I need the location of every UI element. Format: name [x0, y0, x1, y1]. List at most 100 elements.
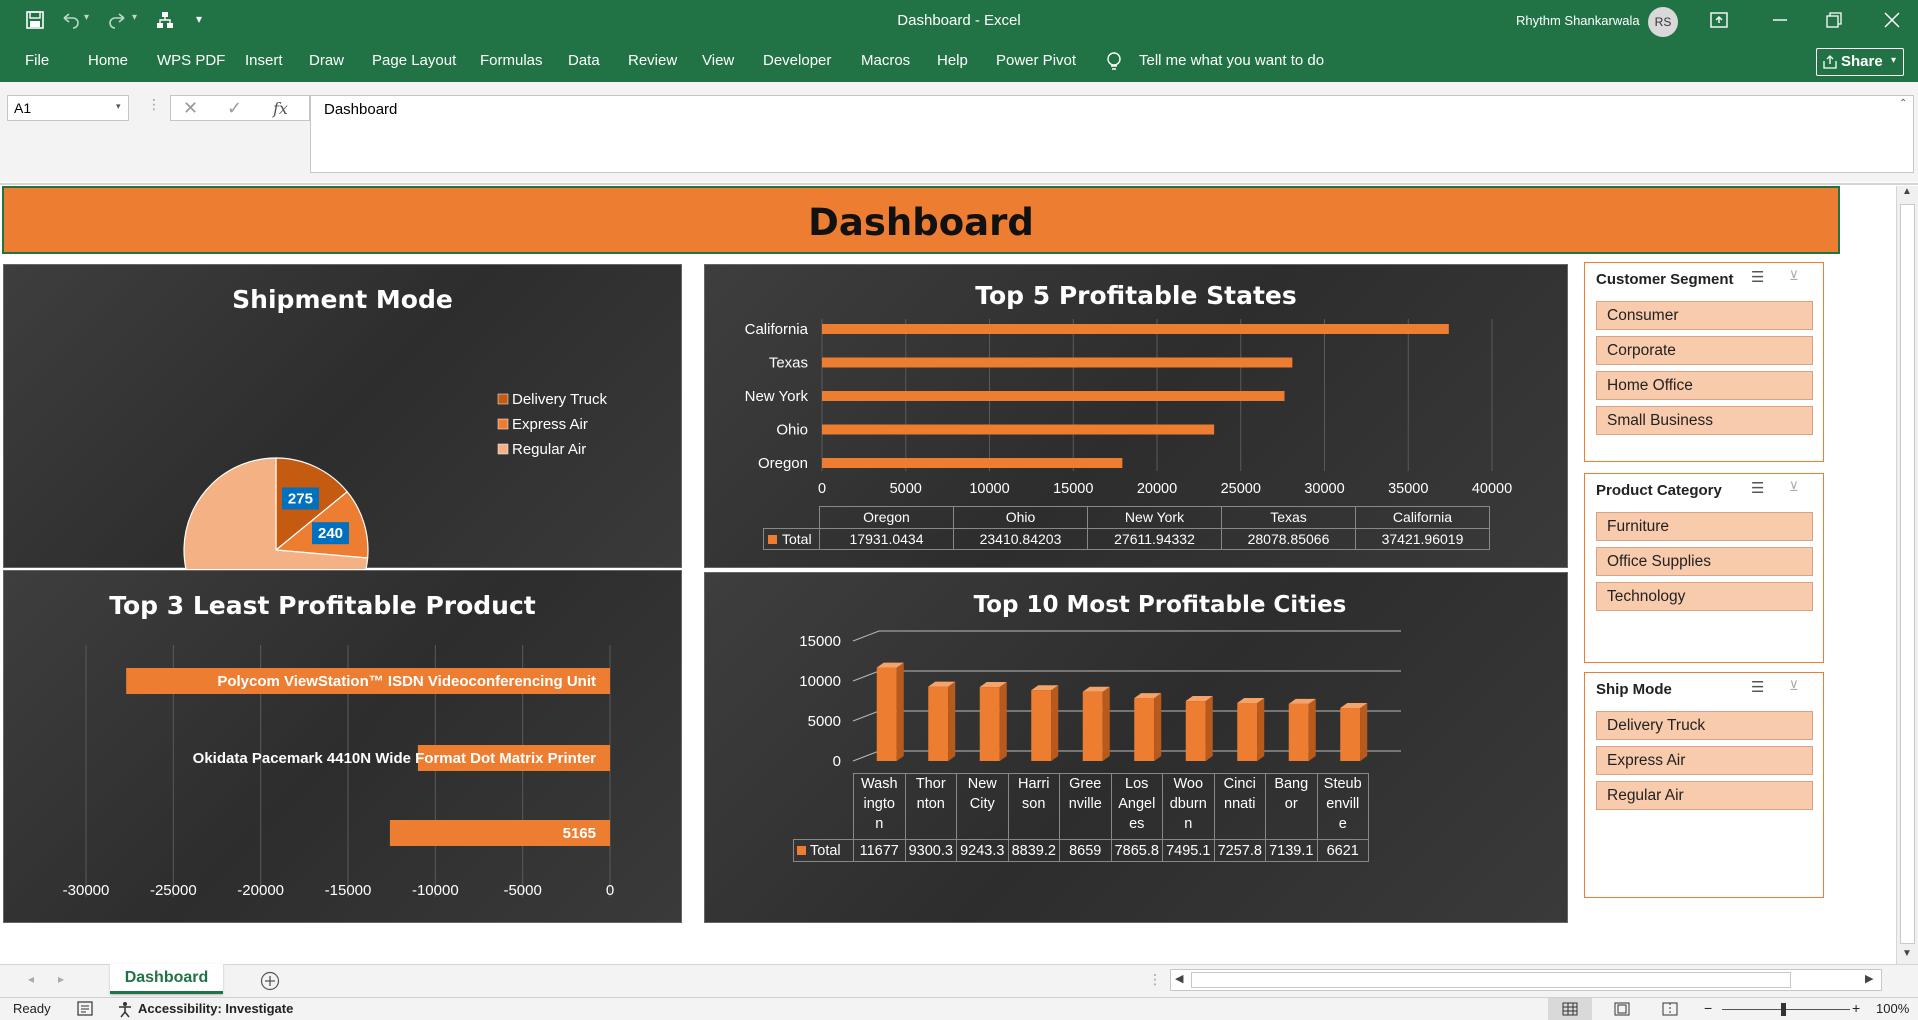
more-options-icon[interactable]: ⋮: [147, 96, 161, 113]
tab-formulas[interactable]: Formulas: [480, 52, 543, 69]
cancel-icon[interactable]: ✕: [183, 98, 198, 119]
column[interactable]: [1340, 708, 1361, 761]
horizontal-scrollbar[interactable]: ◀ ▶: [1170, 969, 1882, 991]
legend-label[interactable]: Express Air: [512, 416, 588, 433]
collapse-formula-icon[interactable]: ⌃: [1899, 98, 1907, 109]
next-sheet-icon[interactable]: ▸: [58, 972, 64, 986]
slicer-item[interactable]: Express Air: [1596, 746, 1813, 775]
slicer-item[interactable]: Corporate: [1596, 336, 1813, 365]
tab-power-pivot[interactable]: Power Pivot: [996, 52, 1076, 69]
close-icon[interactable]: [1884, 12, 1900, 28]
tab-review[interactable]: Review: [628, 52, 677, 69]
restore-icon[interactable]: [1826, 12, 1842, 28]
scroll-down-icon[interactable]: ▼: [1902, 948, 1912, 959]
zoom-level[interactable]: 100%: [1876, 1001, 1909, 1016]
org-chart-icon[interactable]: [156, 11, 174, 29]
zoom-slider-thumb[interactable]: [1781, 1003, 1786, 1016]
accessibility-status[interactable]: Accessibility: Investigate: [138, 1001, 293, 1016]
bar[interactable]: [822, 458, 1123, 468]
tab-wps-pdf[interactable]: WPS PDF: [157, 52, 225, 69]
tab-file[interactable]: File: [25, 52, 49, 69]
column[interactable]: [1082, 691, 1103, 761]
bar[interactable]: [822, 324, 1449, 334]
zoom-out-icon[interactable]: −: [1704, 1000, 1712, 1016]
macro-record-icon[interactable]: [77, 1001, 93, 1016]
least-profitable-chart[interactable]: Top 3 Least Profitable Product -30000 -25…: [3, 570, 682, 923]
clear-filter-icon[interactable]: ⊻: [1789, 678, 1799, 694]
column[interactable]: [1288, 703, 1309, 761]
scroll-up-icon[interactable]: ▲: [1902, 186, 1912, 197]
accessibility-icon[interactable]: [116, 1000, 134, 1018]
tab-data[interactable]: Data: [568, 52, 600, 69]
slicer-item[interactable]: Furniture: [1596, 512, 1813, 541]
slicer-item[interactable]: Office Supplies: [1596, 547, 1813, 576]
column[interactable]: [1134, 698, 1155, 761]
slicer-item[interactable]: Small Business: [1596, 406, 1813, 435]
multi-select-icon[interactable]: ☰: [1751, 479, 1764, 497]
normal-view-button[interactable]: [1548, 998, 1592, 1020]
tab-help[interactable]: Help: [937, 52, 968, 69]
column[interactable]: [979, 687, 1000, 761]
tell-me-search[interactable]: Tell me what you want to do: [1139, 52, 1324, 69]
name-box-dropdown-icon[interactable]: ▾: [116, 101, 121, 112]
slicer-customer-segment[interactable]: Customer Segment ☰ ⊻ Consumer Corporate Home …: [1584, 262, 1824, 462]
tab-page-layout[interactable]: Page Layout: [372, 52, 456, 69]
avatar[interactable]: RS: [1648, 7, 1678, 37]
tab-draw[interactable]: Draw: [309, 52, 344, 69]
multi-select-icon[interactable]: ☰: [1751, 678, 1764, 696]
tab-home[interactable]: Home: [88, 52, 128, 69]
page-layout-view-icon[interactable]: [1614, 1002, 1630, 1016]
tab-insert[interactable]: Insert: [245, 52, 283, 69]
minimize-icon[interactable]: [1772, 18, 1788, 22]
dashboard-header-cell[interactable]: Dashboard: [2, 186, 1840, 254]
shipment-mode-chart[interactable]: Shipment Mode 2752401437Delivery TruckEx…: [3, 264, 682, 569]
insert-function-button[interactable]: fx: [273, 99, 288, 118]
add-sheet-icon[interactable]: [260, 971, 280, 991]
legend-label[interactable]: Delivery Truck: [512, 391, 608, 408]
enter-icon[interactable]: ✓: [227, 98, 242, 119]
page-break-view-icon[interactable]: [1662, 1002, 1678, 1016]
legend-label[interactable]: Regular Air: [512, 441, 586, 458]
zoom-in-icon[interactable]: +: [1852, 1000, 1860, 1016]
bar[interactable]: [822, 424, 1215, 435]
column[interactable]: [928, 686, 949, 761]
tab-macros[interactable]: Macros: [861, 52, 910, 69]
formula-input[interactable]: Dashboard ⌃: [310, 95, 1914, 173]
prev-sheet-icon[interactable]: ◂: [28, 972, 34, 986]
redo-dropdown-icon[interactable]: ▾: [132, 12, 137, 23]
multi-select-icon[interactable]: ☰: [1751, 268, 1764, 286]
column[interactable]: [1237, 702, 1258, 761]
column[interactable]: [1185, 701, 1206, 761]
zoom-slider[interactable]: [1722, 1009, 1850, 1010]
clear-filter-icon[interactable]: ⊻: [1789, 268, 1799, 284]
undo-dropdown-icon[interactable]: ▾: [84, 12, 89, 23]
slicer-item[interactable]: Consumer: [1596, 301, 1813, 330]
slicer-product-category[interactable]: Product Category ☰ ⊻ Furniture Office Suppli…: [1584, 473, 1824, 663]
bar[interactable]: [822, 391, 1285, 401]
redo-icon[interactable]: [108, 11, 128, 29]
horizontal-scroll-thumb[interactable]: [1191, 972, 1791, 988]
tab-developer[interactable]: Developer: [763, 52, 831, 69]
slicer-item[interactable]: Delivery Truck: [1596, 711, 1813, 740]
customize-toolbar-icon[interactable]: ▾: [196, 12, 202, 26]
save-icon[interactable]: [26, 11, 44, 29]
vertical-scroll-thumb[interactable]: [1900, 204, 1915, 944]
ribbon-display-icon[interactable]: [1710, 12, 1728, 28]
slicer-item[interactable]: Regular Air: [1596, 781, 1813, 810]
share-button[interactable]: Share ▾: [1816, 48, 1904, 76]
top-states-chart[interactable]: Top 5 Profitable States 0 5000 10000 15000 2…: [704, 264, 1568, 568]
tab-view[interactable]: View: [702, 52, 734, 69]
top-cities-chart[interactable]: Top 10 Most Profitable Cities 0 5000 10000…: [704, 572, 1568, 923]
column[interactable]: [1031, 690, 1052, 761]
tab-splitter-icon[interactable]: ⋮: [1148, 971, 1162, 988]
name-box[interactable]: A1 ▾: [7, 95, 129, 121]
slicer-ship-mode[interactable]: Ship Mode ☰ ⊻ Delivery Truck Express Air Regu…: [1584, 672, 1824, 898]
bar[interactable]: [822, 357, 1293, 368]
column[interactable]: [876, 667, 897, 761]
slicer-item[interactable]: Technology: [1596, 582, 1813, 611]
scroll-right-icon[interactable]: ▶: [1865, 972, 1873, 985]
undo-icon[interactable]: [60, 11, 80, 29]
scroll-left-icon[interactable]: ◀: [1175, 972, 1183, 985]
clear-filter-icon[interactable]: ⊻: [1789, 479, 1799, 495]
vertical-scrollbar[interactable]: ▲ ▼: [1896, 186, 1918, 964]
